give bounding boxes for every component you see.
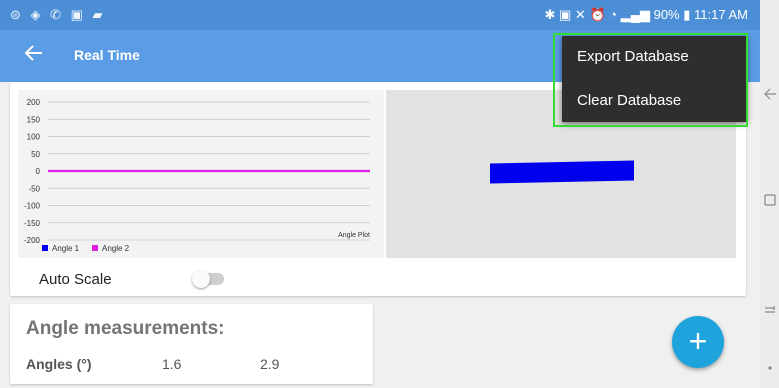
navigation-bar	[760, 0, 779, 388]
clear-database-item[interactable]: Clear Database	[577, 86, 737, 116]
angle-2-value: 2.9	[260, 356, 280, 372]
y-tick-label: 0	[36, 167, 41, 176]
battery-text: 90%	[653, 7, 680, 22]
angles-label: Angles (°)	[26, 356, 92, 372]
alarm-icon: ⏰	[589, 7, 606, 22]
orientation-bar	[490, 160, 634, 184]
notification-icons: ⊜ ◈ ✆ ▣ ▰	[10, 7, 106, 22]
legend-label-angle-2: Angle 2	[102, 244, 130, 253]
bluetooth-icon: ✱	[544, 7, 556, 22]
y-tick-label: -200	[24, 236, 41, 245]
nfc-icon: ▣	[559, 7, 572, 22]
measurements-title: Angle measurements:	[26, 318, 225, 339]
recents-icon[interactable]	[762, 192, 778, 208]
app-screen: ⊜ ◈ ✆ ▣ ▰ ✱ ▣ ✕ ⏰ ◔ ▂▄▆ 90% ▮ 11:17 AM R…	[0, 0, 760, 388]
overflow-menu: Export Database Clear Database	[562, 36, 747, 122]
y-tick-label: 150	[27, 115, 41, 124]
y-tick-label: -50	[28, 184, 40, 193]
legend-swatch-angle-1	[42, 245, 48, 251]
battery-icon: ▮	[683, 7, 691, 22]
y-tick-label: 200	[27, 98, 41, 107]
export-database-item[interactable]: Export Database	[577, 42, 737, 72]
y-tick-label: -100	[24, 202, 41, 211]
auto-scale-label: Auto Scale	[39, 271, 112, 288]
legend-swatch-angle-2	[92, 245, 98, 251]
back-arrow-icon[interactable]	[22, 41, 46, 65]
legend-label-angle-1: Angle 1	[52, 244, 80, 253]
plus-icon: +	[688, 323, 708, 359]
angle-chart: 200 150 100 50 0 -50 -100 -150 -200 Angle Plot Ang…	[18, 90, 384, 258]
recent-apps-icon[interactable]	[762, 302, 778, 318]
add-button[interactable]: +	[672, 316, 724, 368]
home-dot-icon[interactable]	[762, 360, 778, 376]
mute-icon: ✕	[574, 7, 586, 22]
back-icon[interactable]	[762, 86, 778, 102]
y-tick-label: 50	[31, 150, 40, 159]
status-bar: ⊜ ◈ ✆ ▣ ▰ ✱ ▣ ✕ ⏰ ◔ ▂▄▆ 90% ▮ 11:17 AM	[0, 0, 760, 30]
signal-icon: ▂▄▆	[620, 7, 650, 22]
toggle-knob	[192, 270, 210, 288]
wifi-icon: ◔	[609, 7, 618, 22]
auto-scale-toggle[interactable]	[188, 268, 228, 290]
page-title: Real Time	[74, 47, 140, 63]
status-right: ✱ ▣ ✕ ⏰ ◔ ▂▄▆ 90% ▮ 11:17 AM	[544, 7, 748, 23]
angle-chart-svg: 200 150 100 50 0 -50 -100 -150 -200 Angle Plot Ang…	[24, 98, 370, 253]
angle-1-value: 1.6	[162, 356, 182, 372]
measurements-card: Angle measurements: Angles (°) 1.6 2.9	[10, 304, 373, 384]
clock: 11:17 AM	[694, 7, 748, 22]
y-tick-label: -150	[24, 219, 41, 228]
y-tick-label: 100	[27, 133, 41, 142]
chart-title: Angle Plot	[338, 232, 370, 239]
